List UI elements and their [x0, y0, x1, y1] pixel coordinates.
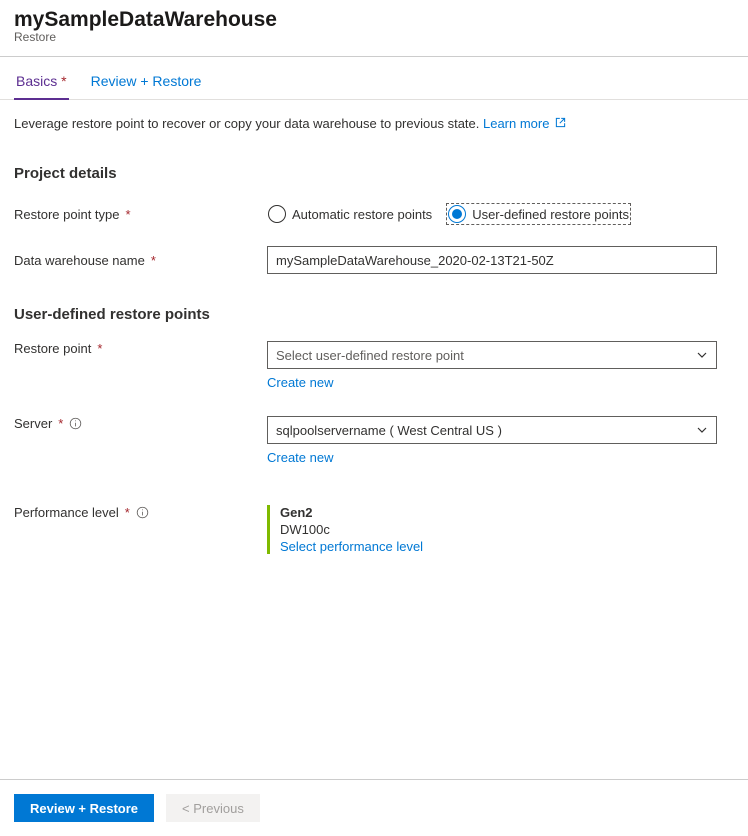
required-indicator: *: [126, 207, 131, 222]
intro-body: Leverage restore point to recover or cop…: [14, 116, 483, 131]
restore-point-label: Restore point *: [14, 341, 267, 356]
required-indicator: *: [97, 341, 102, 356]
tab-review-label: Review + Restore: [91, 73, 202, 89]
performance-dw: DW100c: [280, 522, 717, 537]
tab-basics[interactable]: Basics *: [14, 69, 69, 99]
tab-review-restore[interactable]: Review + Restore: [89, 69, 204, 99]
required-indicator: *: [61, 73, 66, 89]
tab-bar: Basics * Review + Restore: [0, 57, 748, 100]
create-new-restore-point-link[interactable]: Create new: [267, 375, 333, 390]
restore-point-type-label: Restore point type *: [14, 207, 267, 222]
page-subtitle: Restore: [14, 30, 734, 44]
data-warehouse-name-input[interactable]: [267, 246, 717, 274]
footer-bar: Review + Restore < Previous: [0, 779, 748, 836]
performance-gen: Gen2: [280, 505, 717, 520]
data-warehouse-name-label: Data warehouse name *: [14, 253, 267, 268]
server-label: Server *: [14, 416, 267, 431]
create-new-server-link[interactable]: Create new: [267, 450, 333, 465]
radio-automatic-label: Automatic restore points: [292, 207, 432, 222]
user-defined-restore-points-heading: User-defined restore points: [14, 306, 734, 323]
restore-point-select-placeholder: Select user-defined restore point: [276, 348, 464, 363]
external-link-icon: [555, 116, 566, 131]
chevron-down-icon: [696, 424, 708, 436]
radio-automatic-restore-points[interactable]: Automatic restore points: [267, 204, 433, 224]
radio-user-defined-restore-points[interactable]: User-defined restore points: [447, 204, 630, 224]
restore-point-type-label-text: Restore point type: [14, 207, 120, 222]
restore-point-type-radio-group: Automatic restore points User-defined re…: [267, 204, 717, 224]
review-restore-button[interactable]: Review + Restore: [14, 794, 154, 822]
data-warehouse-name-label-text: Data warehouse name: [14, 253, 145, 268]
performance-level-label: Performance level *: [14, 505, 267, 520]
page-title: mySampleDataWarehouse: [14, 8, 734, 32]
radio-unchecked-icon: [268, 205, 286, 223]
performance-level-label-text: Performance level: [14, 505, 119, 520]
radio-checked-icon: [448, 205, 466, 223]
restore-point-label-text: Restore point: [14, 341, 91, 356]
info-icon[interactable]: [69, 417, 82, 430]
server-select-value: sqlpoolservername ( West Central US ): [276, 423, 502, 438]
info-icon[interactable]: [136, 506, 149, 519]
radio-user-defined-label: User-defined restore points: [472, 207, 629, 222]
required-indicator: *: [151, 253, 156, 268]
performance-level-block: Gen2 DW100c Select performance level: [267, 505, 717, 554]
chevron-down-icon: [696, 349, 708, 361]
required-indicator: *: [58, 416, 63, 431]
learn-more-label: Learn more: [483, 116, 549, 131]
restore-point-select[interactable]: Select user-defined restore point: [267, 341, 717, 369]
project-details-heading: Project details: [14, 165, 734, 182]
server-select[interactable]: sqlpoolservername ( West Central US ): [267, 416, 717, 444]
tab-basics-label: Basics: [16, 73, 57, 89]
select-performance-level-link[interactable]: Select performance level: [280, 539, 423, 554]
required-indicator: *: [125, 505, 130, 520]
server-label-text: Server: [14, 416, 52, 431]
previous-button: < Previous: [166, 794, 260, 822]
learn-more-link[interactable]: Learn more: [483, 116, 566, 131]
intro-text: Leverage restore point to recover or cop…: [14, 116, 734, 131]
